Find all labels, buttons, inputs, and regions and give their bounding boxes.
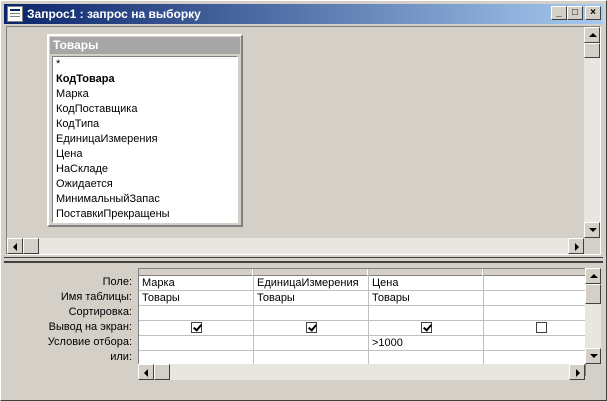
column-selector[interactable] <box>139 269 253 276</box>
grid-vscrollbar[interactable] <box>585 268 601 364</box>
show-checkbox[interactable] <box>190 321 202 333</box>
scroll-right-button[interactable] <box>569 364 585 380</box>
scroll-left-button[interactable] <box>7 238 23 254</box>
grid-column[interactable]: Цена Товары >1000 <box>369 269 484 375</box>
table-pane-vscrollbar[interactable] <box>584 27 600 238</box>
scroll-down-button[interactable] <box>585 348 601 364</box>
column-selector[interactable] <box>484 269 585 276</box>
arrow-up-icon <box>590 274 598 278</box>
grid-row-labels: Поле: Имя таблицы: Сортировка: Вывод на экр… <box>4 275 136 365</box>
field-item[interactable]: ПоставкиПрекращены <box>53 207 237 222</box>
criteria-cell[interactable] <box>139 336 253 351</box>
sort-cell[interactable] <box>139 306 253 321</box>
sort-cell[interactable] <box>254 306 368 321</box>
show-cell[interactable] <box>484 321 585 336</box>
qbe-grid-pane: Поле: Имя таблицы: Сортировка: Вывод на экр… <box>4 265 603 398</box>
criteria-cell[interactable] <box>484 336 585 351</box>
field-item[interactable]: КодТовара <box>53 72 237 87</box>
query-window: Запрос1 : запрос на выборку _ □ × Товары… <box>0 0 607 401</box>
grid-column[interactable]: ЕдиницаИзмерения Товары <box>254 269 369 375</box>
field-item[interactable]: Цена <box>53 147 237 162</box>
show-cell[interactable] <box>369 321 483 336</box>
table-name[interactable]: Товары <box>50 37 240 54</box>
scroll-right-button[interactable] <box>568 238 584 254</box>
table-cell[interactable] <box>484 291 585 306</box>
grid-row-label: Имя таблицы: <box>60 291 132 303</box>
grid-row-label: или: <box>110 351 132 363</box>
sort-cell[interactable] <box>484 306 585 321</box>
sort-cell[interactable] <box>369 306 483 321</box>
grid-hscrollbar[interactable] <box>138 364 585 380</box>
scroll-thumb[interactable] <box>23 238 39 254</box>
grid-row-label: Вывод на экран: <box>48 321 132 333</box>
scroll-up-button[interactable] <box>585 268 601 284</box>
arrow-right-icon <box>576 369 580 377</box>
maximize-button[interactable]: □ <box>567 6 583 20</box>
scroll-thumb[interactable] <box>584 43 600 58</box>
arrow-down-icon <box>589 228 597 232</box>
table-cell[interactable]: Товары <box>254 291 368 306</box>
scroll-down-button[interactable] <box>584 222 600 238</box>
grid-column[interactable]: Марка Товары <box>139 269 254 375</box>
scroll-thumb[interactable] <box>585 284 601 304</box>
field-cell[interactable]: Цена <box>369 276 483 291</box>
table-cell[interactable]: Товары <box>139 291 253 306</box>
field-list[interactable]: * КодТовара Марка КодПоставщика КодТипа Едини… <box>52 56 238 223</box>
close-button[interactable]: × <box>585 6 601 20</box>
table-pane[interactable]: Товары * КодТовара Марка КодПоставщика КодТи… <box>6 26 601 255</box>
field-item[interactable]: МинимальныйЗапас <box>53 192 237 207</box>
window-title: Запрос1 : запрос на выборку <box>27 7 201 21</box>
grid-row-label: Условие отбора: <box>47 336 132 348</box>
show-cell[interactable] <box>139 321 253 336</box>
field-item[interactable]: * <box>53 57 237 72</box>
arrow-up-icon <box>589 33 597 37</box>
arrow-right-icon <box>575 243 579 251</box>
field-item[interactable]: КодТипа <box>53 117 237 132</box>
field-item[interactable]: НаСкладе <box>53 162 237 177</box>
field-item[interactable]: Марка <box>53 87 237 102</box>
design-grid[interactable]: Марка Товары ЕдиницаИзмерения Товары Цена Тов… <box>138 268 586 376</box>
show-cell[interactable] <box>254 321 368 336</box>
field-cell[interactable]: ЕдиницаИзмерения <box>254 276 368 291</box>
grid-row-label: Поле: <box>102 276 132 288</box>
field-item[interactable]: КодПоставщика <box>53 102 237 117</box>
minimize-button[interactable]: _ <box>551 6 567 20</box>
scroll-left-button[interactable] <box>138 364 154 380</box>
field-item[interactable]: Ожидается <box>53 177 237 192</box>
title-bar[interactable]: Запрос1 : запрос на выборку _ □ × <box>4 4 603 24</box>
grid-row-label: Сортировка: <box>68 306 132 318</box>
column-selector[interactable] <box>369 269 483 276</box>
column-selector[interactable] <box>254 269 368 276</box>
field-cell[interactable] <box>484 276 585 291</box>
query-icon[interactable] <box>7 6 23 22</box>
show-checkbox[interactable] <box>420 321 432 333</box>
criteria-cell[interactable] <box>254 336 368 351</box>
table-field-list[interactable]: Товары * КодТовара Марка КодПоставщика КодТи… <box>47 34 243 227</box>
field-cell[interactable]: Марка <box>139 276 253 291</box>
show-checkbox[interactable] <box>535 321 547 333</box>
table-cell[interactable]: Товары <box>369 291 483 306</box>
scroll-up-button[interactable] <box>584 27 600 43</box>
criteria-cell[interactable]: >1000 <box>369 336 483 351</box>
arrow-left-icon <box>144 369 148 377</box>
table-pane-hscrollbar[interactable] <box>7 238 584 254</box>
field-item[interactable]: ЕдиницаИзмерения <box>53 132 237 147</box>
grid-column[interactable] <box>484 269 585 375</box>
scroll-thumb[interactable] <box>154 364 170 380</box>
arrow-left-icon <box>13 243 17 251</box>
show-checkbox[interactable] <box>305 321 317 333</box>
pane-splitter[interactable] <box>4 257 603 263</box>
arrow-down-icon <box>590 354 598 358</box>
